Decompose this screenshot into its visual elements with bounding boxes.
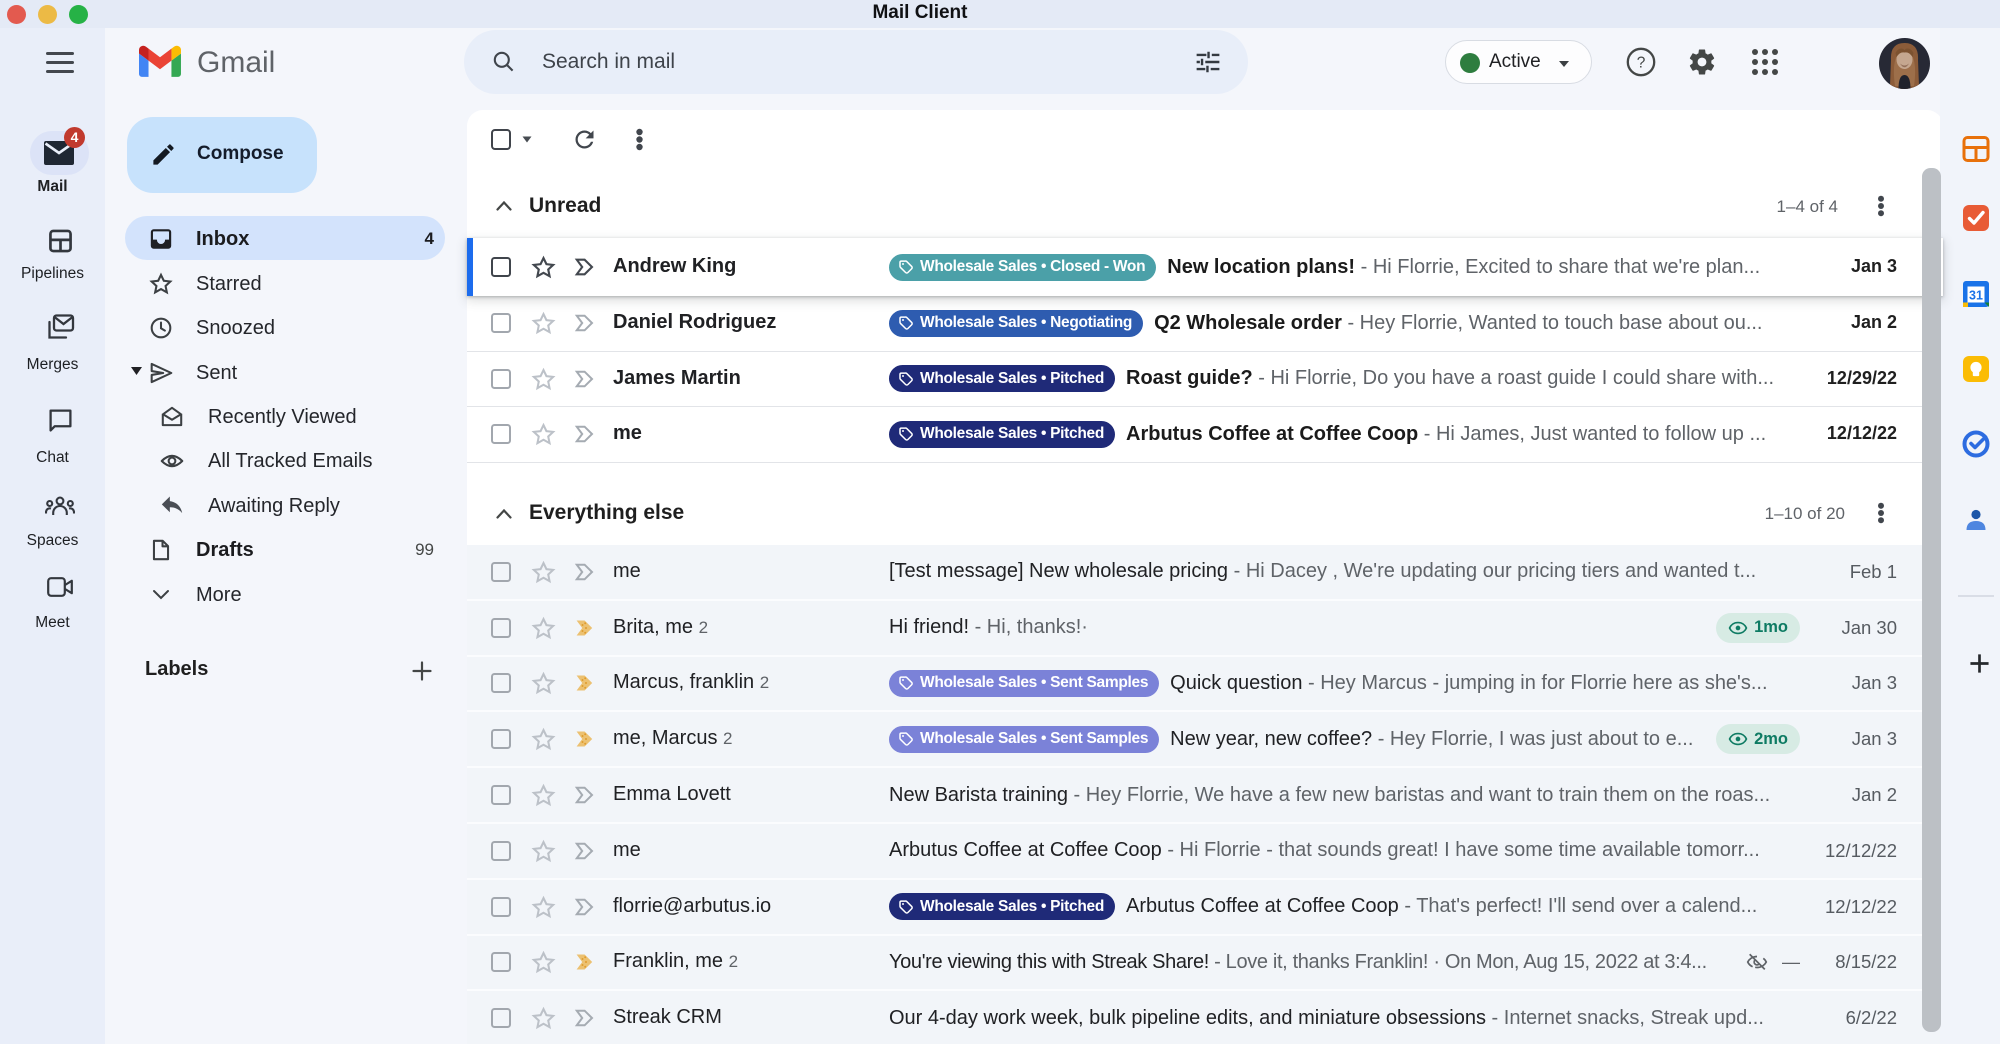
svg-text:31: 31 — [1969, 289, 1983, 303]
svg-text:?: ? — [1637, 55, 1646, 72]
